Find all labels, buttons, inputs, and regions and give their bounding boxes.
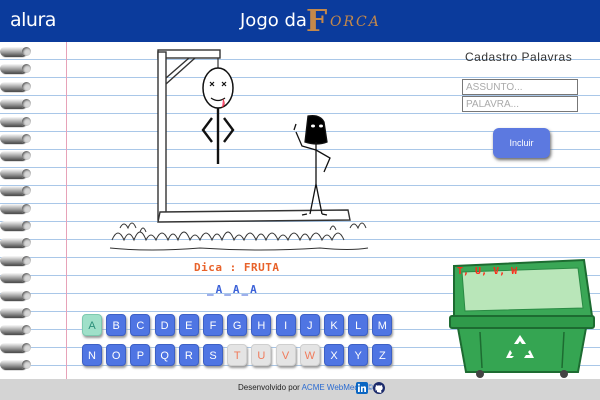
- key-q[interactable]: Q: [154, 344, 175, 366]
- spiral-hole: [22, 255, 31, 265]
- key-n[interactable]: N: [82, 344, 102, 366]
- key-z[interactable]: Z: [372, 344, 393, 366]
- app-header: alura Jogo da F ORCA: [0, 0, 600, 42]
- key-w[interactable]: W: [299, 344, 320, 366]
- key-x[interactable]: X: [324, 344, 344, 366]
- key-u[interactable]: U: [251, 344, 272, 366]
- title-logo-f: F: [306, 4, 328, 39]
- page-title: Jogo da: [240, 10, 307, 31]
- github-icon[interactable]: [373, 382, 385, 394]
- key-b[interactable]: B: [106, 314, 127, 336]
- hint-text: Dica : FRUTA: [194, 261, 280, 274]
- form-title: Cadastro Palavras: [465, 50, 573, 64]
- grass-icon: [109, 222, 369, 251]
- key-k[interactable]: K: [324, 314, 344, 336]
- key-i[interactable]: I: [275, 314, 296, 336]
- spiral-hole: [22, 221, 31, 230]
- spiral-hole: [22, 134, 31, 143]
- linkedin-icon[interactable]: [356, 382, 368, 394]
- key-e[interactable]: E: [178, 314, 199, 336]
- key-o[interactable]: O: [106, 344, 127, 366]
- executioner-icon: [293, 114, 331, 216]
- spiral-hole: [22, 290, 31, 300]
- spiral-hole: [22, 81, 31, 91]
- incluir-button[interactable]: Incluir: [493, 128, 550, 158]
- key-y[interactable]: Y: [348, 344, 369, 366]
- key-s[interactable]: S: [203, 344, 223, 366]
- wrong-letters: T, U, V, W: [457, 266, 518, 277]
- key-c[interactable]: C: [130, 314, 151, 336]
- spiral-hole: [22, 47, 31, 56]
- key-v[interactable]: V: [275, 344, 296, 366]
- key-h[interactable]: H: [251, 314, 272, 336]
- key-p[interactable]: P: [130, 344, 151, 366]
- key-t[interactable]: T: [227, 344, 248, 366]
- word-display: _A_A_A: [207, 283, 259, 296]
- hangman-drawing: [109, 49, 369, 251]
- key-g[interactable]: G: [227, 314, 248, 336]
- key-d[interactable]: D: [154, 314, 175, 336]
- title-logo-orca: ORCA: [330, 14, 381, 30]
- key-l[interactable]: L: [348, 314, 369, 336]
- page-footer: Desenvolvido por ACME WebMedia ©: [0, 379, 600, 400]
- key-r[interactable]: R: [178, 344, 199, 366]
- spiral-hole: [22, 168, 31, 178]
- assunto-input[interactable]: [462, 79, 578, 95]
- spiral-hole: [22, 203, 31, 213]
- footer-text: Desenvolvido por: [238, 383, 300, 392]
- hanged-figure-icon: [201, 67, 235, 164]
- alura-logo[interactable]: alura: [10, 9, 56, 31]
- spiral-hole: [22, 342, 31, 352]
- spiral-hole: [22, 116, 31, 126]
- paper-margin-line: [66, 42, 67, 379]
- key-a[interactable]: A: [82, 314, 102, 336]
- key-m[interactable]: M: [372, 314, 393, 336]
- footer-credit: Desenvolvido por ACME WebMedia ©: [238, 383, 373, 392]
- spiral-hole: [22, 308, 31, 317]
- key-f[interactable]: F: [203, 314, 223, 336]
- key-j[interactable]: J: [299, 314, 320, 336]
- palavra-input[interactable]: [462, 96, 578, 112]
